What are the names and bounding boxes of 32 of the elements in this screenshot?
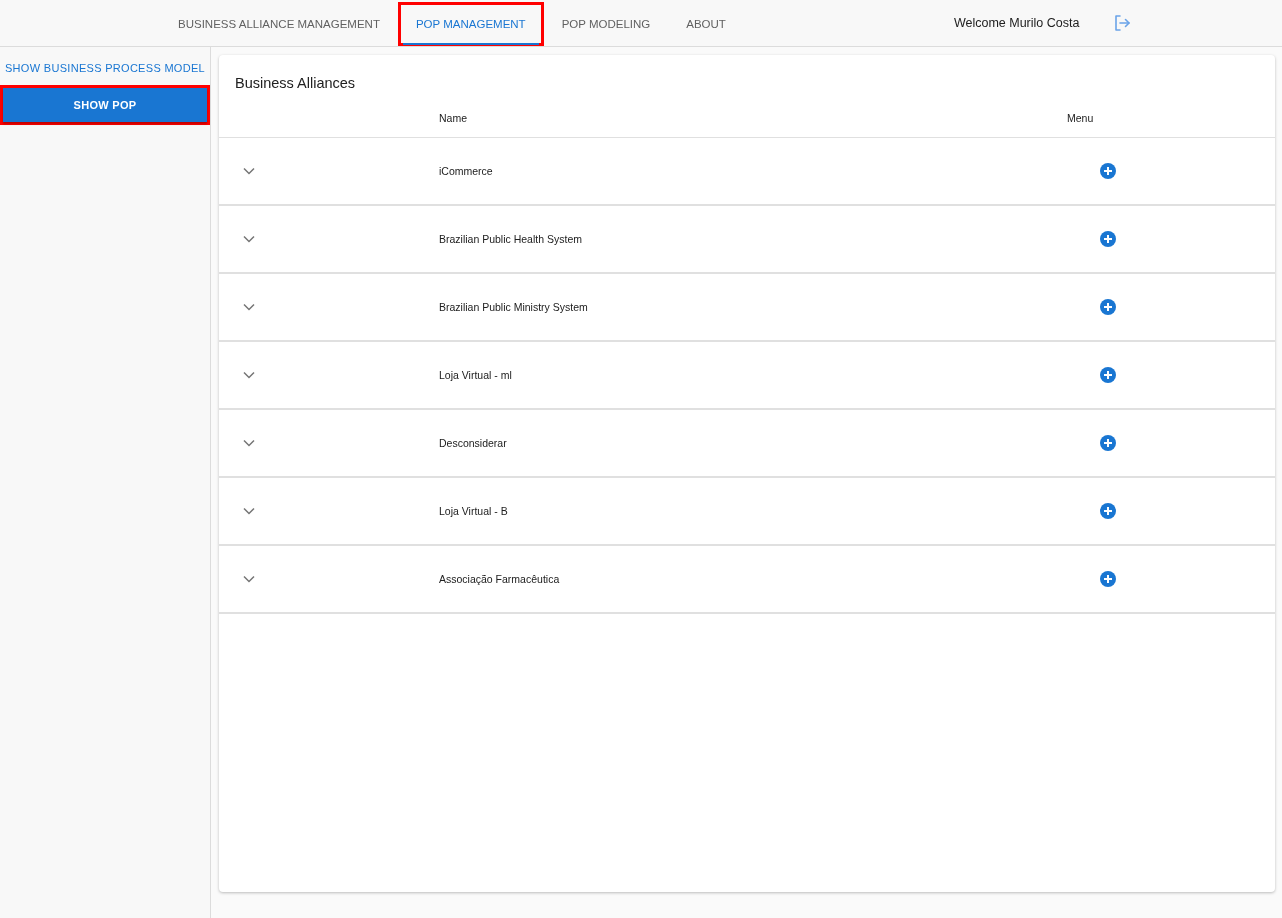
chevron-icon[interactable] [243, 235, 255, 243]
alliance-name: Brazilian Public Ministry System [439, 301, 589, 313]
alliance-name: Brazilian Public Health System [439, 233, 583, 245]
chevron-icon[interactable] [243, 167, 255, 175]
add-icon[interactable] [1100, 163, 1116, 179]
alliance-name: iCommerce [439, 165, 494, 177]
add-icon[interactable] [1100, 435, 1116, 451]
alliance-name: Loja Virtual - ml [439, 369, 513, 381]
nav-tab[interactable]: BUSINESS ALLIANCE MANAGEMENT [165, 5, 393, 45]
chevron-icon[interactable] [243, 439, 255, 447]
column-header: Menu [1067, 112, 1095, 124]
add-icon[interactable] [1100, 231, 1116, 247]
nav-tab[interactable]: ABOUT [673, 5, 739, 45]
sidebar-button[interactable]: SHOW BUSINESS PROCESS MODEL [3, 58, 207, 78]
chevron-icon[interactable] [243, 303, 255, 311]
nav-tab[interactable]: POP MODELING [548, 5, 664, 45]
sidebar-button[interactable]: SHOW POP [3, 88, 207, 122]
nav-tab[interactable]: POP MANAGEMENT [402, 5, 539, 45]
chevron-icon[interactable] [243, 507, 255, 515]
welcome-text: Welcome Murilo Costa [953, 16, 1080, 30]
add-icon[interactable] [1100, 503, 1116, 519]
alliance-name: Associação Farmacêutica [439, 573, 561, 585]
chevron-icon[interactable] [243, 371, 255, 379]
card-title: Business Alliances [234, 74, 357, 93]
add-icon[interactable] [1100, 571, 1116, 587]
alliance-name: Loja Virtual - B [439, 505, 509, 517]
chevron-icon[interactable] [243, 575, 255, 583]
add-icon[interactable] [1100, 299, 1116, 315]
logout-icon[interactable] [1113, 14, 1132, 32]
column-header: Name [439, 112, 468, 124]
add-icon[interactable] [1100, 367, 1116, 383]
alliance-name: Desconsiderar [439, 437, 508, 449]
